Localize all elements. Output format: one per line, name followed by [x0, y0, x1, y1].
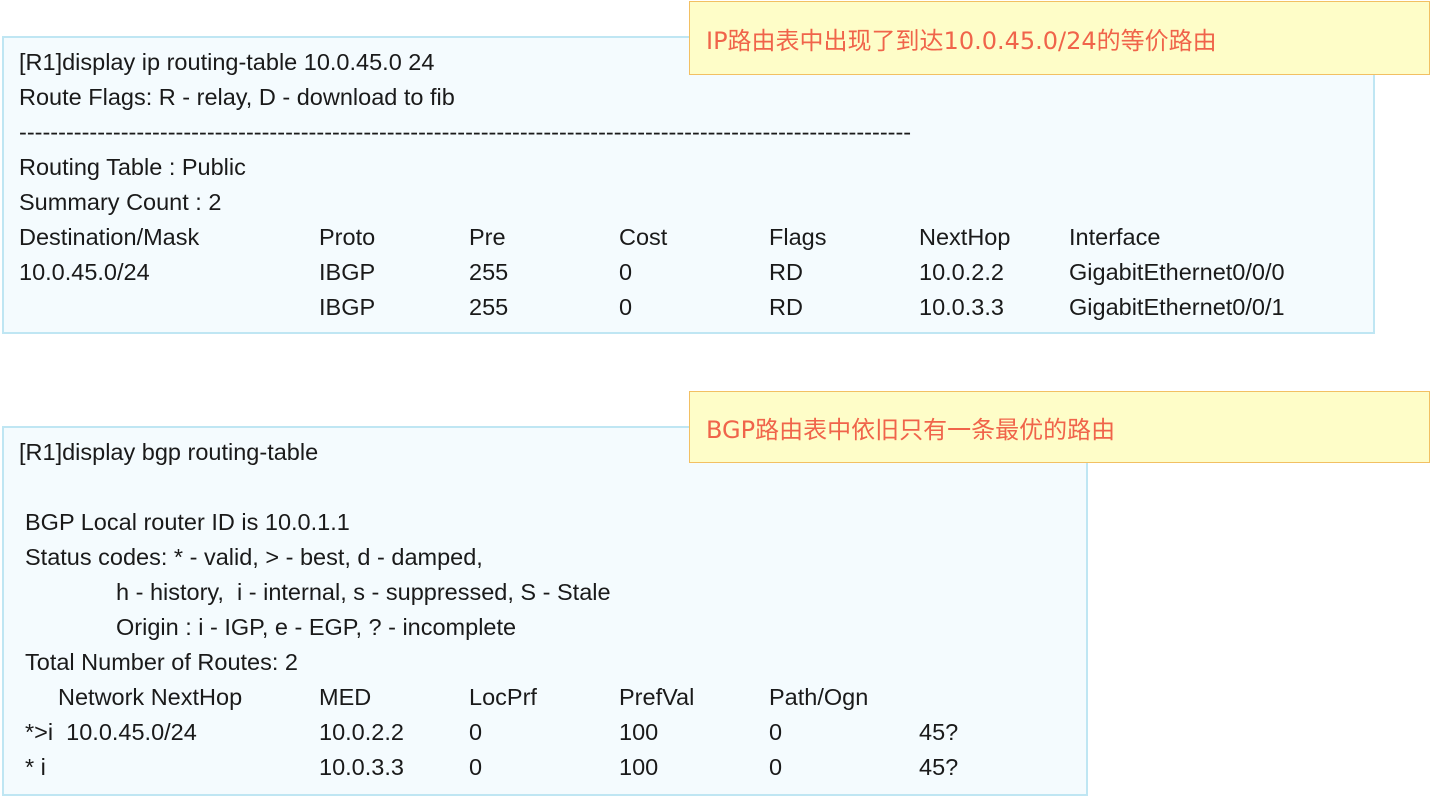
cell-path-ogn: 45?: [919, 719, 959, 745]
route-flags-line: Route Flags: R - relay, D - download to …: [19, 84, 455, 110]
header-network-nexthop: Network NextHop: [58, 684, 243, 710]
cell-status-network: * i: [25, 754, 46, 780]
cell-proto: IBGP: [319, 294, 376, 320]
cell-nexthop: 10.0.2.2: [919, 259, 1004, 285]
header-pre: Pre: [469, 224, 506, 250]
header-locprf: LocPrf: [469, 684, 537, 710]
cell-nexthop: 10.0.2.2: [319, 719, 404, 745]
header-proto: Proto: [319, 224, 376, 250]
header-cost: Cost: [619, 224, 668, 250]
cell-destination: 10.0.45.0/24: [19, 259, 150, 285]
bgp-router-id: BGP Local router ID is 10.0.1.1: [25, 509, 350, 535]
routing-table-name: Routing Table : Public: [19, 154, 246, 180]
bgp-command-line: [R1]display bgp routing-table: [19, 439, 319, 465]
cell-cost: 0: [619, 294, 633, 320]
cell-path-ogn: 45?: [919, 754, 959, 780]
bgp-callout-note: BGP路由表中依旧只有一条最优的路由: [689, 391, 1430, 463]
cell-nexthop: 10.0.3.3: [319, 754, 404, 780]
ip-command-line: [R1]display ip routing-table 10.0.45.0 2…: [19, 49, 435, 75]
cell-prefval: 0: [769, 754, 783, 780]
cell-status-network: *>i 10.0.45.0/24: [25, 719, 197, 745]
header-interface: Interface: [1069, 224, 1161, 250]
cell-med: 0: [469, 754, 483, 780]
bgp-callout-text: BGP路由表中依旧只有一条最优的路由: [706, 415, 1116, 444]
ip-callout-text: IP路由表中出现了到达10.0.45.0/24的等价路由: [706, 26, 1217, 55]
cell-med: 0: [469, 719, 483, 745]
status-codes-line: Status codes: * - valid, > - best, d - d…: [25, 544, 483, 570]
separator-line: ----------------------------------------…: [19, 119, 912, 145]
cell-pre: 255: [469, 259, 509, 285]
header-med: MED: [319, 684, 372, 710]
header-path-ogn: Path/Ogn: [769, 684, 869, 710]
header-prefval: PrefVal: [619, 684, 695, 710]
cell-locprf: 100: [619, 754, 659, 780]
header-destination: Destination/Mask: [19, 224, 200, 250]
summary-count: Summary Count : 2: [19, 189, 222, 215]
header-nexthop: NextHop: [919, 224, 1011, 250]
cell-interface: GigabitEthernet0/0/0: [1069, 259, 1285, 285]
ip-routing-table-panel: [2, 36, 1375, 334]
cell-cost: 0: [619, 259, 633, 285]
status-codes-line-2: h - history, i - internal, s - suppresse…: [116, 579, 611, 605]
cell-locprf: 100: [619, 719, 659, 745]
total-routes: Total Number of Routes: 2: [25, 649, 298, 675]
cell-nexthop: 10.0.3.3: [919, 294, 1004, 320]
cell-prefval: 0: [769, 719, 783, 745]
cell-pre: 255: [469, 294, 509, 320]
cell-proto: IBGP: [319, 259, 376, 285]
cell-flags: RD: [769, 259, 803, 285]
ip-callout-note: IP路由表中出现了到达10.0.45.0/24的等价路由: [689, 1, 1430, 75]
header-flags: Flags: [769, 224, 827, 250]
origin-codes-line: Origin : i - IGP, e - EGP, ? - incomplet…: [116, 614, 517, 640]
cell-interface: GigabitEthernet0/0/1: [1069, 294, 1285, 320]
cell-flags: RD: [769, 294, 803, 320]
